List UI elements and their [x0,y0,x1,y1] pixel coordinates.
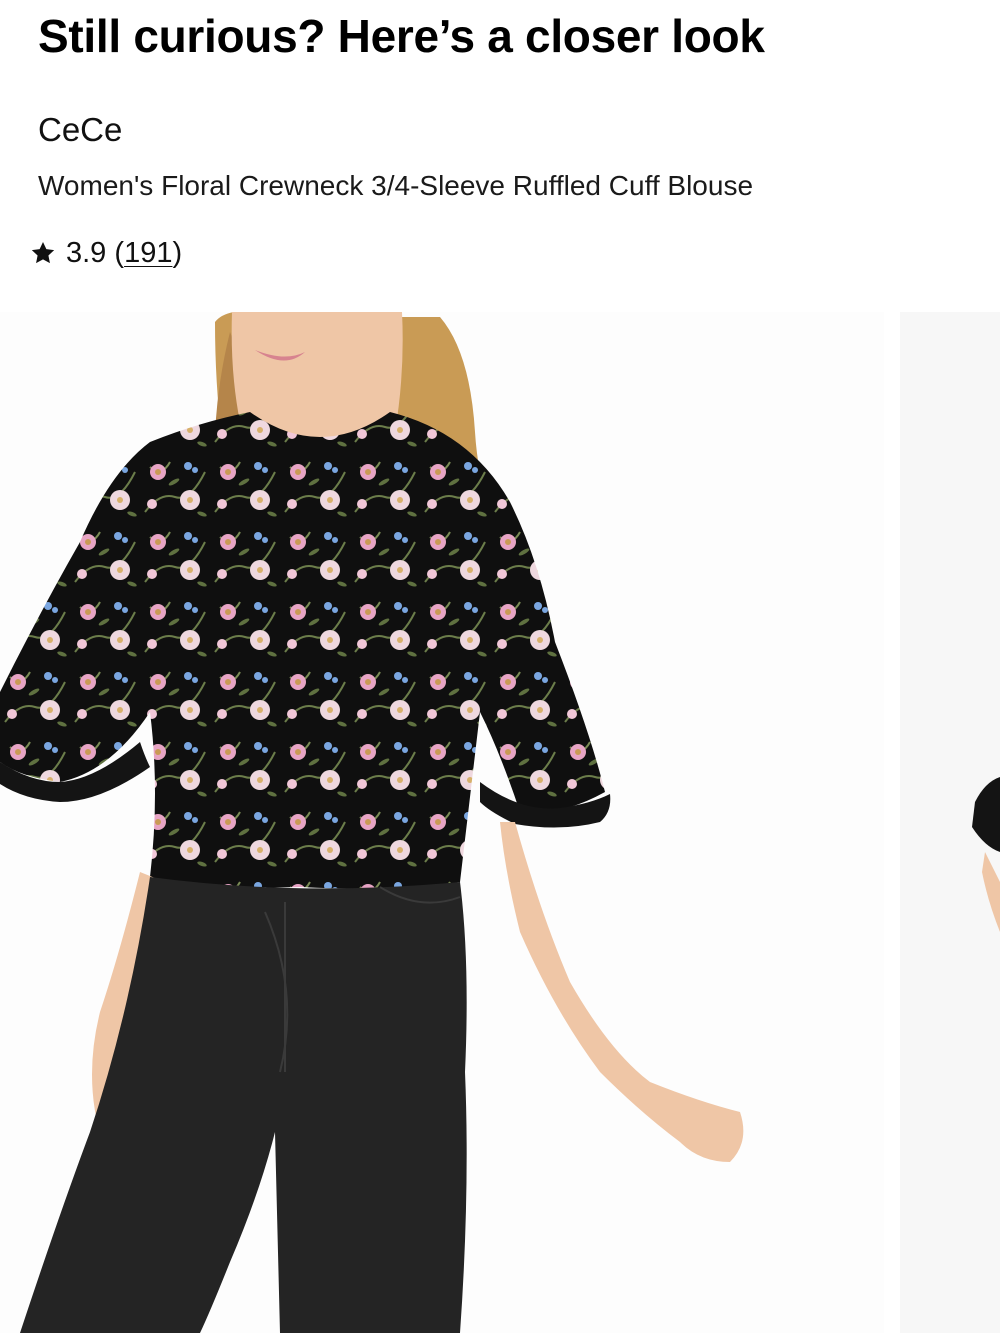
product-image-next[interactable] [900,312,1000,1333]
rating-close-paren: ) [172,237,183,269]
product-rating: 3.9 ( 191 ) [30,234,182,272]
product-photo-illustration [0,312,884,1333]
product-recommendation-page: Still curious? Here’s a closer look CeCe… [0,0,1000,1333]
product-image-carousel[interactable] [0,312,1000,1333]
product-brand[interactable]: CeCe [38,110,122,150]
section-heading: Still curious? Here’s a closer look [38,10,765,62]
product-image-main[interactable] [0,312,884,1333]
product-photo-next-illustration [900,312,1000,1333]
product-title[interactable]: Women's Floral Crewneck 3/4-Sleeve Ruffl… [38,168,753,204]
star-icon [30,240,56,266]
rating-open-paren: ( [114,237,125,269]
rating-value: 3.9 [66,237,107,269]
review-count-link[interactable]: 191 [124,234,172,272]
